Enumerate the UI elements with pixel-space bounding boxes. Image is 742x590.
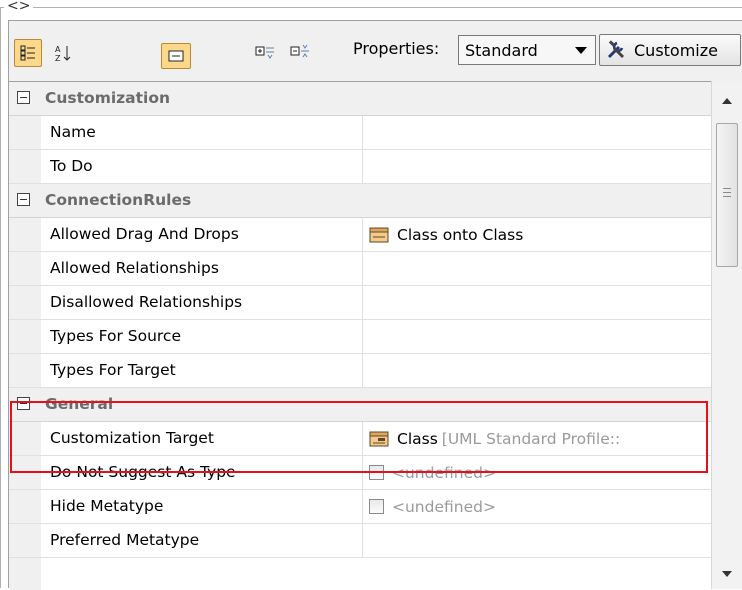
collapse-icon[interactable] bbox=[17, 91, 30, 104]
customize-button[interactable]: Customize bbox=[599, 34, 741, 66]
category-row-customization[interactable]: Customization bbox=[9, 82, 711, 116]
grip-line bbox=[723, 192, 731, 193]
column-divider bbox=[362, 116, 363, 149]
property-row-to-do[interactable]: To Do bbox=[9, 150, 711, 184]
show-description-button[interactable] bbox=[161, 43, 191, 69]
collapse-all-button[interactable] bbox=[287, 39, 313, 65]
svg-text:Z: Z bbox=[55, 54, 61, 63]
property-label: Types For Target bbox=[50, 361, 176, 379]
properties-select[interactable]: Standard bbox=[458, 35, 596, 65]
vertical-scrollbar[interactable] bbox=[711, 81, 742, 589]
expand-all-button[interactable] bbox=[252, 39, 278, 65]
property-label: Allowed Drag And Drops bbox=[50, 225, 239, 243]
category-row-connection-rules[interactable]: ConnectionRules bbox=[9, 184, 711, 218]
column-divider bbox=[362, 286, 363, 319]
sort-alphabetical-icon: A Z bbox=[55, 45, 71, 63]
property-value-cell[interactable]: Class onto Class bbox=[369, 218, 523, 251]
property-label: Name bbox=[50, 123, 96, 141]
column-divider bbox=[362, 524, 363, 557]
frame-border bbox=[0, 7, 742, 8]
property-row-name[interactable]: Name bbox=[9, 116, 711, 150]
property-row-allowed-relationships[interactable]: Allowed Relationships bbox=[9, 252, 711, 286]
column-divider bbox=[362, 354, 363, 387]
property-row-hide-metatype[interactable]: Hide Metatype <undefined> bbox=[9, 490, 711, 524]
column-divider bbox=[362, 490, 363, 523]
grip-line bbox=[723, 188, 731, 189]
property-value-cell[interactable]: <undefined> bbox=[369, 490, 496, 523]
column-divider bbox=[362, 320, 363, 353]
property-row-types-for-source[interactable]: Types For Source bbox=[9, 320, 711, 354]
frame-border-left bbox=[0, 7, 1, 588]
properties-label: Properties: bbox=[353, 39, 440, 58]
dropdown-arrow-icon bbox=[575, 47, 587, 54]
categorized-view-button[interactable] bbox=[14, 39, 42, 67]
property-row-allowed-drag-and-drops[interactable]: Allowed Drag And Drops Class onto Class bbox=[9, 218, 711, 252]
collapse-all-icon bbox=[290, 44, 309, 58]
property-row-types-for-target[interactable]: Types For Target bbox=[9, 354, 711, 388]
property-label: Preferred Metatype bbox=[50, 531, 200, 549]
property-label: To Do bbox=[50, 157, 93, 175]
property-row-disallowed-relationships[interactable]: Disallowed Relationships bbox=[9, 286, 711, 320]
column-divider bbox=[362, 218, 363, 251]
scroll-down-arrow-icon[interactable] bbox=[722, 571, 732, 577]
column-divider bbox=[362, 252, 363, 285]
sort-alphabetical-button[interactable]: A Z bbox=[49, 39, 77, 67]
property-value-text: <undefined> bbox=[392, 497, 496, 516]
svg-text:A: A bbox=[55, 45, 61, 54]
customize-label: Customize bbox=[634, 40, 718, 60]
property-grid: Customization Name To Do ConnectionRules… bbox=[9, 81, 711, 590]
drag-and-drop-config-icon bbox=[369, 227, 389, 242]
column-divider bbox=[362, 150, 363, 183]
property-label: Allowed Relationships bbox=[50, 259, 219, 277]
property-row-preferred-metatype[interactable]: Preferred Metatype bbox=[9, 524, 711, 558]
property-label: Disallowed Relationships bbox=[50, 293, 243, 311]
properties-panel: A Z Properties: Standard Customize Custo… bbox=[8, 20, 742, 590]
show-description-icon bbox=[168, 50, 184, 62]
category-label: Customization bbox=[45, 89, 171, 107]
categorized-view-icon bbox=[20, 45, 35, 61]
window-title: <> bbox=[4, 0, 34, 14]
expand-all-icon bbox=[255, 46, 274, 59]
tools-icon bbox=[607, 40, 625, 59]
checkbox[interactable] bbox=[369, 499, 384, 514]
properties-select-value: Standard bbox=[465, 40, 538, 60]
grip-line bbox=[723, 196, 731, 197]
category-label: ConnectionRules bbox=[45, 191, 192, 209]
property-label: Types For Source bbox=[50, 327, 181, 345]
collapse-icon[interactable] bbox=[17, 193, 30, 206]
scroll-up-arrow-icon[interactable] bbox=[722, 98, 732, 104]
highlight-box bbox=[10, 401, 708, 473]
property-value-text: Class onto Class bbox=[397, 225, 524, 244]
property-label: Hide Metatype bbox=[50, 497, 164, 515]
scrollbar-thumb[interactable] bbox=[716, 123, 738, 267]
toolbar: A Z Properties: Standard Customize bbox=[9, 21, 742, 79]
